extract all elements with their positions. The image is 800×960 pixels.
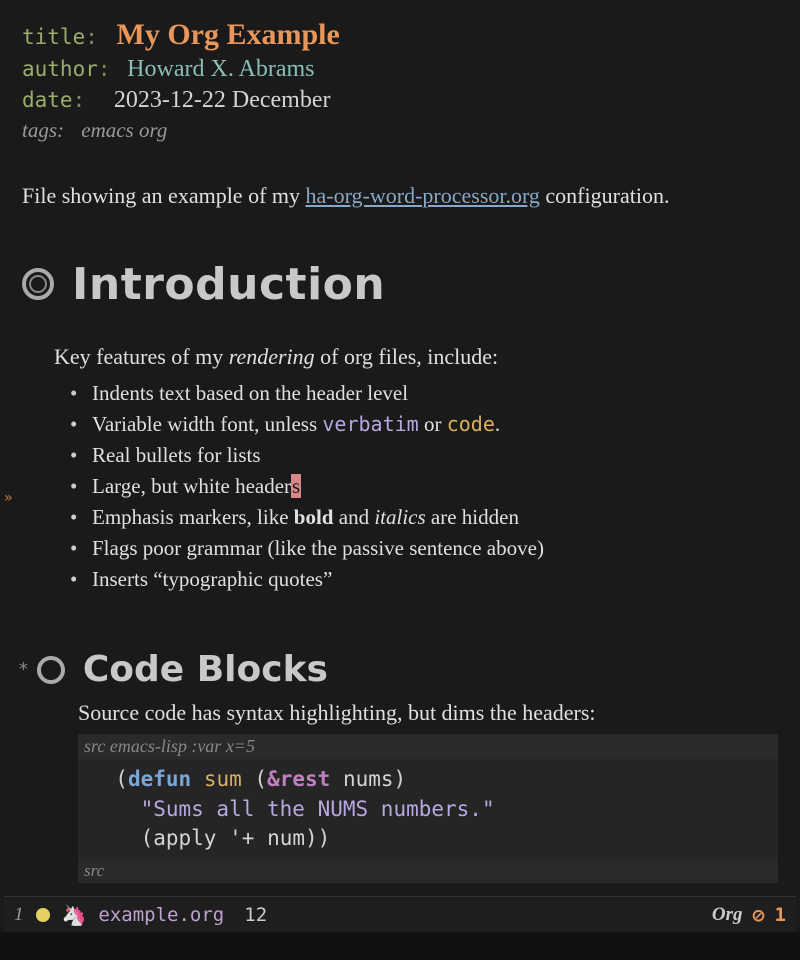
- code-blocks-body: Source code has syntax highlighting, but…: [78, 700, 778, 883]
- modeline-right: Org ⊘ 1: [712, 903, 786, 927]
- author-keyword: author: [22, 57, 98, 81]
- buffer-modified-icon: [36, 908, 50, 922]
- intro-paragraph: File showing an example of my ha-org-wor…: [22, 181, 778, 211]
- title-line: title: My Org Example: [22, 18, 778, 52]
- list-item: Variable width font, unless verbatim or …: [70, 409, 778, 440]
- unicorn-icon: 🦄: [62, 903, 87, 927]
- introduction-body: Key features of my rendering of org file…: [54, 344, 778, 596]
- text-cursor: s: [291, 474, 301, 498]
- src-begin-line: src emacs-lisp :var x=5: [78, 734, 778, 759]
- config-link[interactable]: ha-org-word-processor.org: [306, 183, 540, 208]
- line-number: 12: [244, 904, 267, 926]
- warning-icon[interactable]: ⊘: [753, 903, 765, 927]
- list-item: Large, but white headers: [70, 471, 778, 502]
- date-value: 2023-12-22 December: [114, 87, 331, 113]
- author-line: author: Howard X. Abrams: [22, 56, 778, 83]
- date-line: date: 2023-12-22 December: [22, 87, 778, 114]
- colon: :: [85, 25, 98, 49]
- list-item: Real bullets for lists: [70, 440, 778, 471]
- heading-1-text: Introduction: [72, 259, 385, 310]
- intro-prefix: File showing an example of my: [22, 183, 306, 208]
- features-intro: Key features of my rendering of org file…: [54, 344, 778, 370]
- buffer-name[interactable]: example.org: [98, 904, 224, 926]
- heading-2-text: Code Blocks: [83, 649, 328, 690]
- major-mode[interactable]: Org: [712, 904, 743, 926]
- fringe-indicator-icon: »: [4, 490, 12, 506]
- verbatim-text: verbatim: [322, 412, 418, 436]
- editor-buffer[interactable]: title: My Org Example author: Howard X. …: [0, 0, 800, 890]
- src-end-line: src: [78, 859, 778, 883]
- heading-introduction[interactable]: Introduction: [22, 259, 778, 310]
- features-list: Indents text based on the header level V…: [70, 378, 778, 596]
- title-value: My Org Example: [117, 18, 340, 51]
- list-item: Flags poor grammar (like the passive sen…: [70, 533, 778, 564]
- tags-line: tags: emacs org: [22, 118, 778, 143]
- date-keyword: date: [22, 88, 73, 112]
- tags-keyword: tags:: [22, 118, 64, 142]
- list-item: Emphasis markers, like bold and italics …: [70, 502, 778, 533]
- warning-count: 1: [775, 904, 786, 926]
- heading-code-blocks[interactable]: * Code Blocks: [18, 649, 778, 690]
- code-text: code: [447, 412, 495, 436]
- heading-bullet-icon: [37, 656, 65, 684]
- modeline[interactable]: 1 🦄 example.org 12 Org ⊘ 1: [4, 896, 796, 932]
- author-value: Howard X. Abrams: [127, 56, 314, 82]
- heading-star: *: [18, 659, 29, 680]
- list-item: Inserts “typographic quotes”: [70, 564, 778, 595]
- tags-value: emacs org: [81, 118, 167, 142]
- source-code-block[interactable]: (defun sum (&rest nums) "Sums all the NU…: [78, 759, 778, 859]
- list-item: Indents text based on the header level: [70, 378, 778, 409]
- modeline-left: 1 🦄 example.org 12: [14, 903, 712, 927]
- title-keyword: title: [22, 25, 85, 49]
- window-number: 1: [14, 904, 24, 926]
- code-description: Source code has syntax highlighting, but…: [78, 700, 778, 726]
- colon: :: [98, 57, 111, 81]
- minibuffer[interactable]: [0, 932, 800, 960]
- heading-bullet-icon: [22, 268, 54, 300]
- intro-suffix: configuration.: [540, 183, 670, 208]
- colon: :: [73, 88, 86, 112]
